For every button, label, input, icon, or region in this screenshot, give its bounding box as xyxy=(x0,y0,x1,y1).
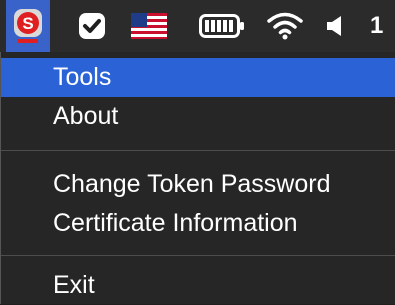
safenet-token-menu-button[interactable]: S xyxy=(6,0,50,52)
menu-item-change-token-password[interactable]: Change Token Password xyxy=(1,165,395,204)
checkmark-shield-icon xyxy=(79,13,105,39)
menu-item-label: Exit xyxy=(53,271,95,299)
wifi-icon xyxy=(267,12,303,40)
battery-status-button[interactable] xyxy=(196,0,248,52)
menu-item-exit[interactable]: Exit xyxy=(1,266,395,305)
volume-button[interactable] xyxy=(318,0,352,52)
menu-separator xyxy=(1,150,395,151)
us-flag-icon xyxy=(131,13,167,39)
menu-bar: S 1 xyxy=(0,0,395,52)
speaker-icon xyxy=(327,16,341,36)
security-status-button[interactable] xyxy=(72,0,112,52)
clock-text[interactable]: 1 xyxy=(370,0,395,52)
menu-item-label: Certificate Information xyxy=(53,209,298,237)
safenet-token-icon: S xyxy=(14,9,42,43)
menu-separator xyxy=(1,255,395,256)
svg-text:S: S xyxy=(22,14,33,33)
menu-item-label: About xyxy=(53,102,119,130)
clock-fragment: 1 xyxy=(370,12,384,39)
menu-item-about[interactable]: About xyxy=(1,97,395,136)
wifi-status-button[interactable] xyxy=(262,0,308,52)
menu-item-label: Tools xyxy=(53,63,112,91)
menu-item-tools[interactable]: Tools xyxy=(1,58,395,97)
token-dropdown-menu: Tools About Change Token Password Certif… xyxy=(0,52,395,304)
menu-item-label: Change Token Password xyxy=(53,170,331,198)
battery-icon xyxy=(199,14,244,38)
input-source-button[interactable] xyxy=(127,0,171,52)
menu-item-certificate-information[interactable]: Certificate Information xyxy=(1,204,395,243)
